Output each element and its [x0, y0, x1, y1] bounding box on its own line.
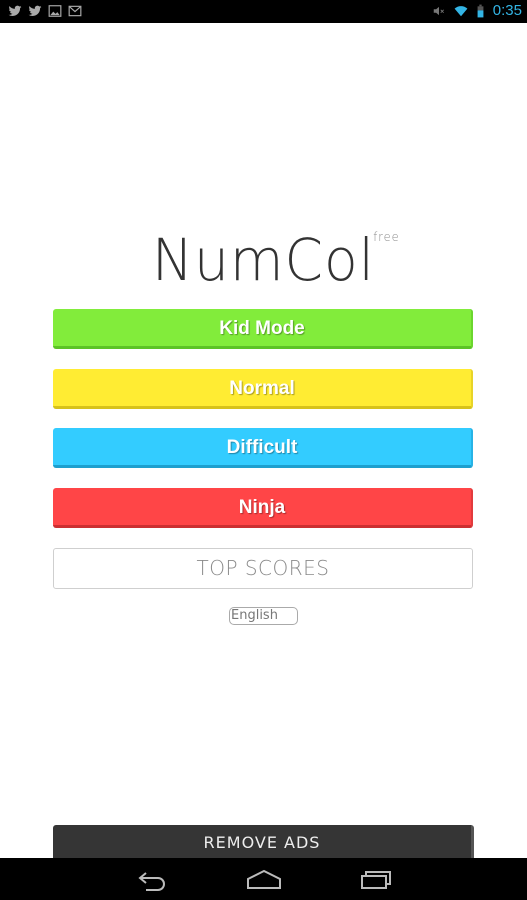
- language-select[interactable]: English: [229, 607, 298, 625]
- kid-mode-button[interactable]: Kid Mode: [53, 309, 473, 349]
- logo-title: NumCol free: [151, 226, 399, 294]
- logo-free-badge: free: [373, 230, 400, 244]
- back-icon[interactable]: [132, 866, 172, 892]
- ninja-mode-button[interactable]: Ninja: [53, 488, 473, 528]
- notification-icons: [8, 4, 82, 18]
- twitter-icon: [8, 5, 22, 17]
- recent-apps-icon[interactable]: [356, 866, 396, 892]
- difficult-mode-button[interactable]: Difficult: [53, 428, 473, 468]
- normal-mode-button[interactable]: Normal: [53, 369, 473, 409]
- home-icon[interactable]: [244, 866, 284, 892]
- battery-icon: [477, 4, 484, 17]
- app-logo: NumCol free: [0, 226, 527, 294]
- mute-icon: [433, 6, 444, 15]
- wifi-icon: [454, 5, 468, 16]
- system-icons: 0:35: [432, 2, 522, 19]
- logo-title-text: NumCol: [151, 226, 376, 294]
- top-scores-button[interactable]: TOP SCORES: [53, 548, 473, 589]
- clock: 0:35: [492, 2, 522, 19]
- status-bar: 0:35: [0, 0, 527, 23]
- twitter-icon: [28, 5, 42, 17]
- gmail-icon: [68, 5, 82, 17]
- image-icon: [48, 5, 62, 17]
- navigation-bar: [0, 858, 527, 900]
